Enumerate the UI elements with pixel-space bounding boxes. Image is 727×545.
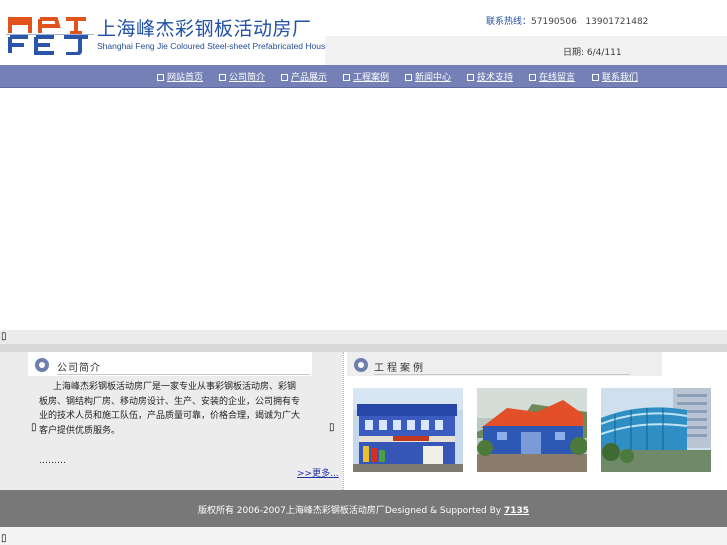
intro-rule bbox=[57, 374, 310, 375]
intro-title: 公司简介 bbox=[57, 363, 101, 374]
nav-item-home[interactable]: 网站首页 bbox=[157, 70, 203, 83]
nav-box-icon bbox=[219, 74, 226, 81]
nav-box-icon bbox=[529, 74, 536, 81]
case-photo-2[interactable] bbox=[477, 388, 587, 472]
separator-bar bbox=[0, 330, 727, 344]
logo-mark[interactable] bbox=[6, 13, 94, 55]
nav-box-icon bbox=[405, 74, 412, 81]
header-info-bar bbox=[325, 36, 727, 65]
footer-support-link[interactable]: 7135 bbox=[504, 506, 529, 516]
nav-box-icon bbox=[592, 74, 599, 81]
missing-glyph-icon: ▯ bbox=[1, 533, 7, 544]
projects-rule bbox=[374, 374, 630, 375]
page: 上海峰杰彩钢板活动房厂 Shanghai Feng Jie Coloured S… bbox=[0, 0, 727, 545]
separator-bar-dark bbox=[0, 344, 727, 352]
site-title: 上海峰杰彩钢板活动房厂 bbox=[97, 18, 312, 40]
nav-item-support[interactable]: 技术支持 bbox=[467, 70, 513, 83]
missing-glyph-icon: ▯ bbox=[1, 331, 7, 342]
nav-item-contact[interactable]: 联系我们 bbox=[592, 70, 638, 83]
site-subtitle: Shanghai Feng Jie Coloured Steel-sheet P… bbox=[97, 41, 361, 51]
nav-box-icon bbox=[467, 74, 474, 81]
main-nav: 网站首页 公司简介 产品展示 工程案例 新闻中心 技术支持 在线留言 联系我们 bbox=[0, 65, 727, 88]
case-photo-3[interactable] bbox=[601, 388, 711, 472]
footer-copyright: 版权所有 2006-2007上海峰杰彩钢板活动房厂Designed & Supp… bbox=[197, 506, 504, 516]
intro-more-link[interactable]: >>更多... bbox=[297, 466, 339, 479]
header: 上海峰杰彩钢板活动房厂 Shanghai Feng Jie Coloured S… bbox=[0, 0, 727, 65]
nav-item-cases[interactable]: 工程案例 bbox=[343, 70, 389, 83]
date-value: 6/4/111 bbox=[586, 48, 622, 58]
projects-title: 工程案例 bbox=[374, 363, 426, 374]
date-label: 日期: bbox=[563, 48, 585, 58]
intro-ellipsis: ……… bbox=[39, 456, 66, 466]
footer-text: 版权所有 2006-2007上海峰杰彩钢板活动房厂Designed & Supp… bbox=[0, 503, 727, 516]
banner-area bbox=[0, 88, 727, 330]
nav-box-icon bbox=[281, 74, 288, 81]
date-line: 日期: 6/4/111 bbox=[563, 45, 622, 58]
case-photo-1[interactable] bbox=[353, 388, 463, 472]
hotline-numbers: 57190506 13901721482 bbox=[531, 17, 649, 27]
section-bullet-icon bbox=[35, 358, 49, 372]
nav-box-icon bbox=[157, 74, 164, 81]
nav-item-message[interactable]: 在线留言 bbox=[529, 70, 575, 83]
nav-item-about[interactable]: 公司简介 bbox=[219, 70, 265, 83]
missing-glyph-icon: ▯ bbox=[329, 422, 335, 433]
bottom-strip bbox=[0, 527, 727, 545]
nav-item-news[interactable]: 新闻中心 bbox=[405, 70, 451, 83]
nav-box-icon bbox=[343, 74, 350, 81]
hotline: 联系热线：57190506 13901721482 bbox=[486, 14, 648, 27]
intro-text: 上海峰杰彩钢板活动房厂是一家专业从事彩钢板活动房、彩钢板房、钢结构厂房、移动房设… bbox=[39, 382, 301, 436]
hotline-label: 联系热线： bbox=[486, 17, 532, 27]
section-bullet-icon bbox=[354, 358, 368, 372]
missing-glyph-icon: ▯ bbox=[31, 422, 37, 433]
nav-item-products[interactable]: 产品展示 bbox=[281, 70, 327, 83]
